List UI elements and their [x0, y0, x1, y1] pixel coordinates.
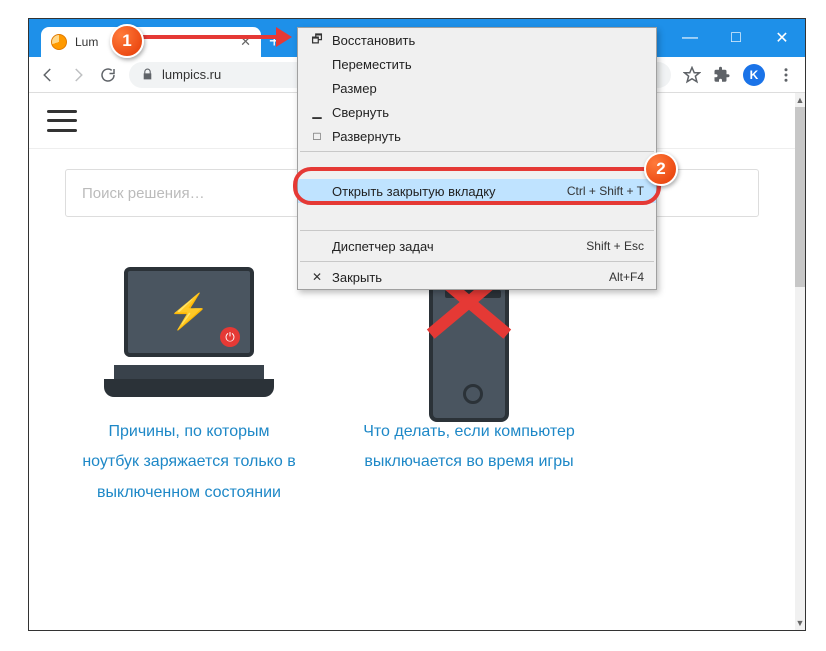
menu-item-restore[interactable]: 🗗Восстановить — [298, 28, 656, 52]
profile-avatar[interactable]: K — [743, 64, 765, 86]
scrollbar-thumb[interactable] — [795, 107, 805, 287]
scroll-down-icon[interactable]: ▼ — [795, 616, 805, 630]
power-icon: ⏻ — [220, 327, 240, 347]
tab-title: Lum — [75, 35, 98, 49]
annotation-badge-1: 1 — [110, 24, 144, 58]
favicon-icon — [51, 34, 67, 50]
menu-item-close[interactable]: ✕ЗакрытьAlt+F4 — [298, 265, 656, 289]
scroll-up-icon[interactable]: ▲ — [795, 93, 805, 107]
menu-item-move[interactable]: Переместить — [298, 52, 656, 76]
kebab-menu-icon[interactable] — [777, 66, 795, 84]
article-card-laptop[interactable]: ⚡⏻ Причины, по которым ноутбук заряжаетс… — [79, 247, 299, 508]
restore-icon: 🗗 — [306, 30, 328, 51]
bookmark-star-icon[interactable] — [683, 66, 701, 84]
url-text: lumpics.ru — [162, 67, 221, 82]
hamburger-menu-icon[interactable] — [47, 110, 77, 132]
window-close-button[interactable]: ✕ — [759, 19, 805, 57]
browser-tab[interactable]: Lum ✕ — [41, 27, 261, 57]
menu-item-obscured-bottom[interactable] — [298, 203, 656, 227]
bolt-icon: ⚡ — [168, 292, 210, 332]
system-context-menu: 🗗Восстановить Переместить Размер ▁Сверну… — [297, 27, 657, 290]
window-controls: — □ ✕ — [667, 19, 805, 57]
window-minimize-button[interactable]: — — [667, 19, 713, 57]
maximize-icon: □ — [306, 129, 328, 143]
reload-button[interactable] — [99, 66, 117, 84]
back-button[interactable] — [39, 66, 57, 84]
extensions-icon[interactable] — [713, 66, 731, 84]
new-tab-button[interactable]: + — [269, 31, 280, 52]
menu-item-task-manager[interactable]: Диспетчер задачShift + Esc — [298, 234, 656, 258]
annotation-badge-2: 2 — [644, 152, 678, 186]
menu-item-minimize[interactable]: ▁Свернуть — [298, 100, 656, 124]
laptop-illustration: ⚡⏻ — [79, 247, 299, 417]
forward-button[interactable] — [69, 66, 87, 84]
minimize-icon: ▁ — [306, 105, 328, 119]
search-placeholder: Поиск решения… — [82, 185, 205, 202]
menu-item-maximize[interactable]: □Развернуть — [298, 124, 656, 148]
menu-separator — [300, 151, 654, 152]
window-maximize-button[interactable]: □ — [713, 19, 759, 57]
menu-separator — [300, 230, 654, 231]
article-title: Причины, по которым ноутбук заряжается т… — [79, 417, 299, 508]
article-title: Что делать, если компьютер выключается в… — [359, 417, 579, 478]
menu-item-reopen-closed-tab[interactable]: Открыть закрытую вкладкуCtrl + Shift + T — [298, 179, 656, 203]
close-icon: ✕ — [306, 270, 328, 284]
menu-item-obscured-top[interactable] — [298, 155, 656, 179]
vertical-scrollbar[interactable]: ▲ ▼ — [795, 93, 805, 630]
menu-item-size[interactable]: Размер — [298, 76, 656, 100]
lock-icon — [141, 68, 154, 81]
tab-close-icon[interactable]: ✕ — [240, 34, 251, 50]
menu-separator — [300, 261, 654, 262]
